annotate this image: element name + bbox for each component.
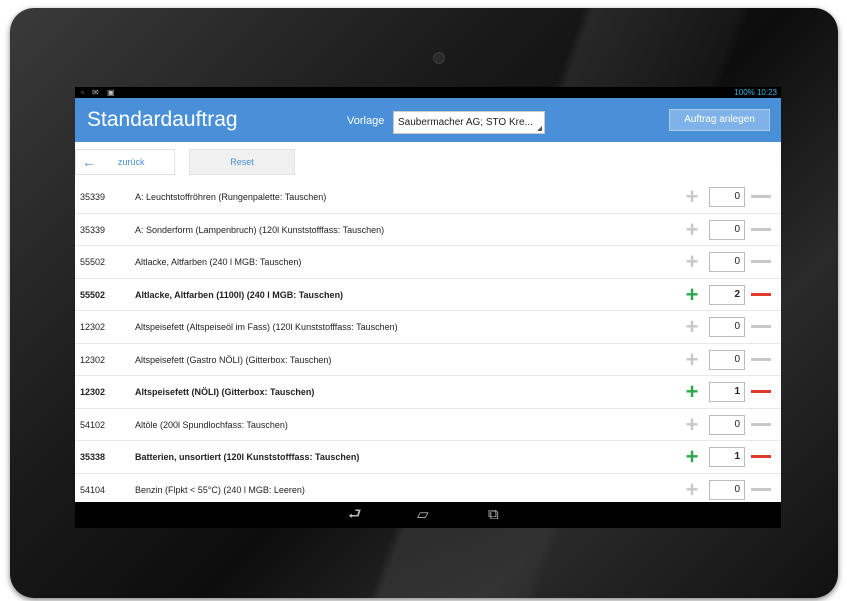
item-code: 54104	[80, 484, 106, 495]
arrow-left-icon: ←	[82, 154, 96, 170]
quantity-field[interactable]: 0	[709, 187, 745, 207]
plus-icon[interactable]: +	[683, 283, 701, 305]
recents-icon[interactable]: ⧉	[488, 506, 499, 524]
plus-icon[interactable]: +	[683, 186, 701, 208]
item-code: 54102	[80, 419, 106, 430]
minus-icon[interactable]	[751, 357, 771, 361]
item-code: 12302	[80, 322, 106, 332]
minus-icon[interactable]	[751, 260, 771, 263]
plus-icon[interactable]: +	[683, 413, 701, 435]
back-label: zurück	[118, 157, 145, 167]
item-description: A: Sonderform (Lampenbruch) (120l Kunsts…	[135, 224, 385, 235]
minus-icon[interactable]	[751, 325, 771, 328]
quantity-field[interactable]: 1	[709, 447, 745, 467]
camera-icon	[433, 52, 445, 64]
item-description: Altöle (200l Spundlochfass: Tauschen)	[135, 419, 288, 430]
quantity-field[interactable]: 0	[709, 219, 745, 240]
item-description: Altspeisefett (Gastro NÖLI) (Gitterbox: …	[135, 354, 332, 365]
list-item: 55502 Altlacke, Altfarben (1100l) (240 l …	[75, 279, 781, 311]
minus-icon[interactable]	[751, 487, 771, 491]
item-description: Altlacke, Altfarben (240 l MGB: Tauschen…	[135, 257, 302, 267]
list-item: 35338 Batterien, unsortiert (120l Kunstst…	[75, 441, 781, 474]
plus-icon[interactable]: +	[683, 478, 701, 500]
vorlage-dropdown[interactable]: Saubermacher AG; STO Kre...	[393, 111, 545, 134]
plus-icon[interactable]: +	[683, 381, 701, 403]
plus-icon[interactable]: +	[683, 251, 701, 273]
item-code: 12302	[80, 387, 106, 397]
quantity-field[interactable]: 2	[709, 284, 745, 305]
minus-icon[interactable]	[751, 292, 771, 296]
list-item: 12302 Altspeisefett (Altspeiseöl im Fass)…	[75, 311, 781, 344]
minus-icon[interactable]	[751, 227, 771, 231]
item-code: 35339	[80, 192, 106, 202]
item-code: 35338	[80, 452, 106, 462]
item-code: 35339	[80, 224, 106, 235]
notification-icons: ▫ ✉ ▣	[81, 88, 118, 97]
back-icon[interactable]: ⮐	[348, 506, 362, 524]
quantity-field[interactable]: 0	[709, 317, 745, 337]
plus-icon[interactable]: +	[683, 446, 701, 468]
quantity-field[interactable]: 0	[709, 414, 745, 435]
minus-icon[interactable]	[751, 422, 771, 426]
device-screen: ▫ ✉ ▣ 100% 10:23 Standardauftrag Vorlage…	[75, 87, 781, 528]
page-title: Standardauftrag	[87, 108, 238, 131]
item-code: 55502	[80, 289, 106, 300]
toolbar: ← zurück Reset	[75, 142, 781, 177]
list-item: 12302 Altspeisefett (NÖLI) (Gitterbox: Ta…	[75, 376, 781, 409]
list-item: 54102 Altöle (200l Spundlochfass: Tausche…	[75, 409, 781, 441]
quantity-field[interactable]: 0	[709, 349, 745, 370]
item-description: Altspeisefett (NÖLI) (Gitterbox: Tausche…	[135, 387, 315, 397]
minus-icon[interactable]	[751, 455, 771, 458]
minus-icon[interactable]	[751, 195, 771, 198]
list-item: 35339 A: Leuchtstoffröhren (Rungenpalette…	[75, 181, 781, 214]
list-item: 55502 Altlacke, Altfarben (240 l MGB: Tau…	[75, 246, 781, 279]
item-code: 12302	[80, 354, 106, 365]
item-list: 35339 A: Leuchtstoffröhren (Rungenpalette…	[75, 181, 781, 506]
battery-clock: 100% 10:23	[734, 88, 777, 97]
quantity-field[interactable]: 1	[709, 382, 745, 402]
plus-icon[interactable]: +	[683, 316, 701, 338]
list-item: 35339 A: Sonderform (Lampenbruch) (120l K…	[75, 214, 781, 246]
app-bar: Standardauftrag Vorlage Saubermacher AG;…	[75, 98, 781, 142]
reset-button[interactable]: Reset	[189, 149, 295, 175]
item-description: Batterien, unsortiert (120l Kunststofffa…	[135, 452, 360, 462]
minus-icon[interactable]	[751, 390, 771, 393]
item-description: Altlacke, Altfarben (1100l) (240 l MGB: …	[135, 289, 344, 300]
home-icon[interactable]: ▱	[417, 506, 429, 524]
quantity-field[interactable]: 0	[709, 479, 745, 500]
android-nav-bar: ⮐ ▱ ⧉	[75, 502, 781, 528]
list-item: 12302 Altspeisefett (Gastro NÖLI) (Gitter…	[75, 344, 781, 376]
plus-icon[interactable]: +	[683, 348, 701, 370]
item-code: 55502	[80, 257, 106, 267]
create-order-button[interactable]: Auftrag anlegen	[669, 109, 770, 131]
item-description: A: Leuchtstoffröhren (Rungenpalette: Tau…	[135, 192, 327, 202]
plus-icon[interactable]: +	[683, 218, 701, 240]
back-button[interactable]: ← zurück	[75, 149, 175, 175]
vorlage-label: Vorlage	[347, 115, 385, 127]
item-description: Benzin (Flpkt < 55°C) (240 l MGB: Leeren…	[135, 484, 305, 495]
quantity-field[interactable]: 0	[709, 252, 745, 272]
item-description: Altspeisefett (Altspeiseöl im Fass) (120…	[135, 322, 398, 332]
status-bar: ▫ ✉ ▣ 100% 10:23	[75, 87, 781, 98]
